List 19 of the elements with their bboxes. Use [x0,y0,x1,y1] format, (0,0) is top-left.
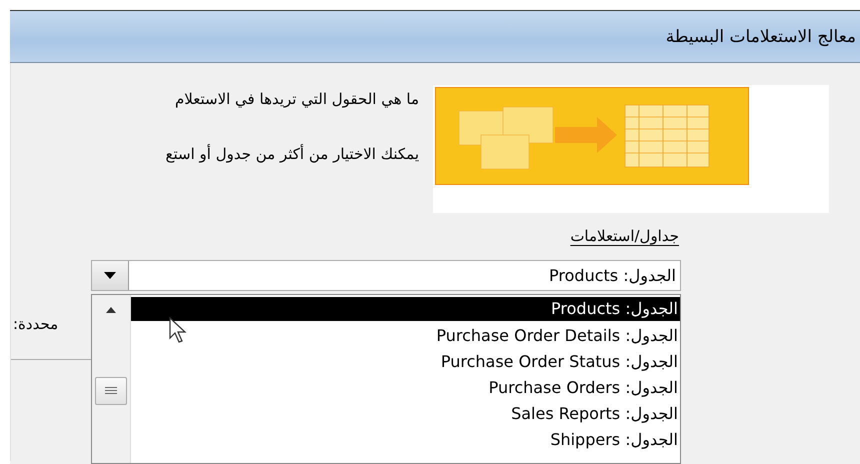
dropdown-value: الجدول: Products [548,266,677,285]
dropdown-option[interactable]: الجدول: Purchase Orders [131,375,680,401]
dropdown-option[interactable]: الجدول: Purchase Order Status [131,349,680,375]
tables-queries-dropdown[interactable]: الجدول: Products [91,260,681,291]
scrollbar-thumb[interactable] [95,377,127,405]
dropdown-option[interactable]: الجدول: Sales Reports [131,401,680,427]
scroll-up-icon[interactable] [106,307,116,313]
dropdown-option[interactable]: الجدول: Products [131,297,680,321]
selected-fields-label: محددة: [13,315,58,333]
dropdown-option[interactable]: الجدول: Purchase Order Details [131,323,680,349]
dropdown-button[interactable] [92,261,129,290]
question-text: ما هي الحقول التي تريدها في الاستعلام [175,90,419,108]
tables-queries-label: جداول/استعلامات [570,227,679,245]
dropdown-option[interactable]: الجدول: Shippers [131,427,680,453]
window-title: معالج الاستعلامات البسيطة [666,26,856,46]
caret-icon [104,272,116,279]
scrollbar[interactable] [92,295,131,463]
hint-text: يمكنك الاختيار من أكثر من جدول أو استع [166,145,419,163]
grip-icon [105,386,117,396]
